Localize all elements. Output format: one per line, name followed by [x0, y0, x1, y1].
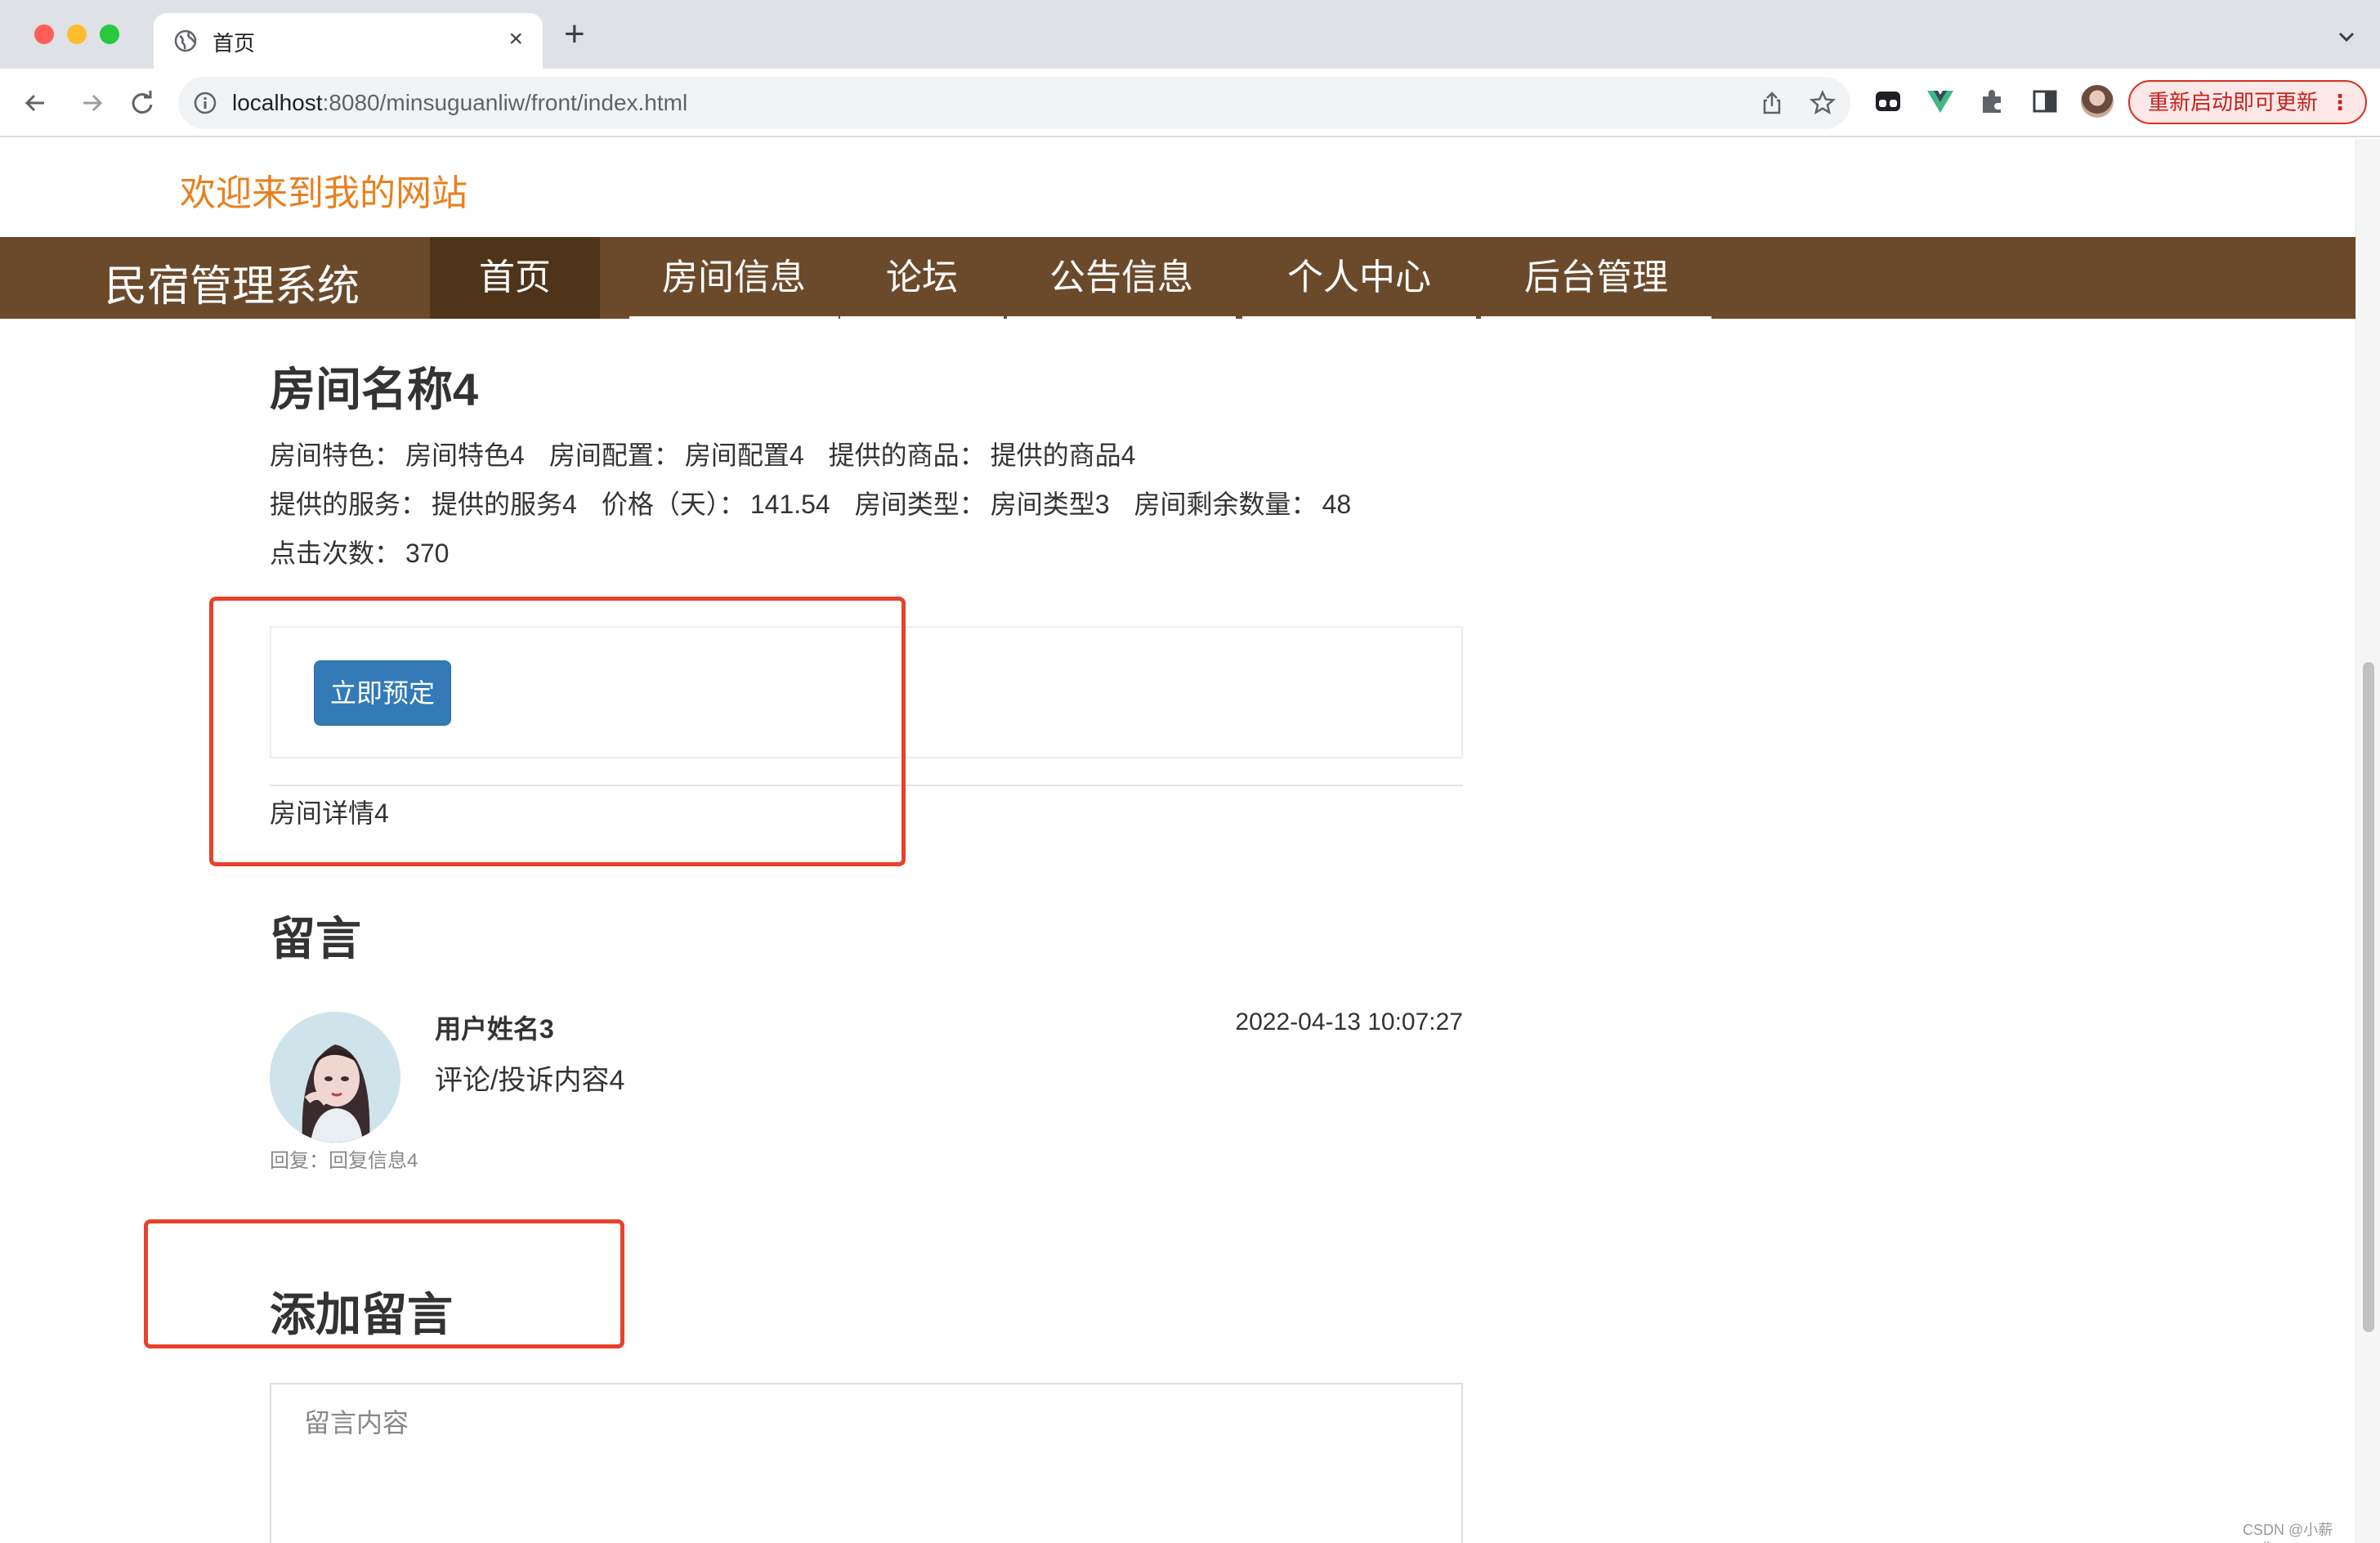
comment-input[interactable] [270, 1383, 1463, 1543]
nav-home[interactable]: 首页 [430, 237, 600, 319]
globe-icon [174, 29, 197, 52]
nav-personal-center[interactable]: 个人中心 [1242, 237, 1476, 319]
forward-arrow-icon[interactable] [75, 87, 108, 119]
update-label: 重新启动即可更新 [2148, 90, 2319, 114]
nav-announcements[interactable]: 公告信息 [1007, 237, 1236, 319]
clicks-value: 370 [405, 539, 450, 568]
price-label: 价格（天）： [601, 490, 745, 519]
room-info-line-2: 提供的服务： 提供的服务4 价格（天）： 141.54 房间类型： 房间类型3 房间剩余数量… [270, 484, 1356, 521]
nav-underline [1007, 316, 1236, 319]
nav-underline [840, 316, 1004, 319]
user-portrait-icon [270, 1012, 400, 1143]
feature-value: 房间特色4 [405, 441, 525, 470]
config-value: 房间配置4 [684, 441, 804, 470]
feature-label: 房间特色： [270, 441, 401, 470]
info-icon[interactable] [193, 91, 217, 115]
type-value: 房间类型3 [990, 490, 1110, 519]
service-value: 提供的服务4 [432, 490, 577, 519]
room-info-line-1: 房间特色： 房间特色4 房间配置： 房间配置4 提供的商品： 提供的商品4 [270, 435, 1140, 472]
nav-admin[interactable]: 后台管理 [1481, 237, 1711, 319]
browser-tab-bar: 首页 × + [0, 0, 2380, 69]
comments-title: 留言 [270, 913, 361, 964]
comment-content: 评论/投诉内容4 [435, 1065, 625, 1096]
scrollbar-thumb[interactable] [2363, 662, 2374, 1332]
remaining-value: 48 [1322, 490, 1352, 519]
csdn-watermark: CSDN @小薪coding [2243, 1522, 2333, 1543]
clicks-label: 点击次数： [270, 539, 401, 568]
new-tab-button[interactable]: + [564, 16, 585, 52]
comment-reply: 回复：回复信息4 [270, 1150, 418, 1172]
config-label: 房间配置： [548, 441, 680, 470]
browser-tab[interactable]: 首页 × [154, 13, 543, 69]
nav-admin-label: 后台管理 [1524, 257, 1668, 297]
main-navbar: 民宿管理系统 首页 房间信息 论坛 公告信息 个人中心 后台管理 [0, 237, 2355, 319]
comment-timestamp: 2022-04-13 10:07:27 [1235, 1009, 1463, 1035]
site-brand[interactable]: 民宿管理系统 [105, 252, 360, 313]
nav-room-info-label: 房间信息 [662, 257, 806, 297]
price-value: 141.54 [749, 490, 830, 519]
nav-room-info[interactable]: 房间信息 [629, 237, 839, 319]
room-title: 房间名称4 [270, 364, 479, 415]
tab-close-button[interactable]: × [508, 25, 523, 53]
nav-announcements-label: 公告信息 [1049, 257, 1193, 297]
highlight-box-booking [209, 597, 906, 866]
comment-avatar [270, 1012, 400, 1143]
reload-icon[interactable] [126, 87, 159, 119]
url-text[interactable]: localhost:8080/minsuguanliw/front/index.… [232, 90, 687, 116]
type-label: 房间类型： [854, 490, 986, 519]
browser-toolbar: localhost:8080/minsuguanliw/front/index.… [0, 69, 2380, 137]
minimize-window-button[interactable] [67, 25, 87, 44]
share-icon[interactable] [1759, 90, 1785, 116]
page-scrollbar[interactable] [2355, 139, 2380, 1543]
nav-forum-label: 论坛 [886, 257, 958, 297]
room-info-line-3: 点击次数： 370 [270, 533, 454, 570]
back-arrow-icon[interactable] [20, 87, 52, 119]
comment-username: 用户姓名3 [435, 1014, 554, 1044]
nav-forum[interactable]: 论坛 [840, 237, 1004, 319]
nav-underline [1481, 316, 1711, 319]
service-label: 提供的服务： [270, 490, 427, 519]
address-bar[interactable]: localhost:8080/minsuguanliw/front/index.… [178, 77, 1850, 129]
profile-avatar[interactable] [2081, 85, 2114, 118]
puzzle-extensions-icon[interactable] [1976, 85, 2009, 118]
vue-devtools-icon[interactable] [1924, 85, 1957, 118]
goods-value: 提供的商品4 [990, 441, 1136, 470]
url-path: :8080/minsuguanliw/front/index.html [322, 90, 688, 115]
remaining-label: 房间剩余数量： [1134, 490, 1318, 519]
more-menu-icon[interactable]: ⋮ [2329, 82, 2351, 123]
nav-underline [629, 316, 839, 319]
side-panel-icon[interactable] [2029, 85, 2061, 118]
web-page: 欢迎来到我的网站 民宿管理系统 首页 房间信息 论坛 公告信息 个人中心 后台管… [0, 139, 2355, 1543]
tab-title: 首页 [212, 31, 256, 56]
extension-mask-icon[interactable] [1872, 85, 1904, 118]
nav-underline [1242, 316, 1476, 319]
url-host: localhost [232, 90, 323, 115]
highlight-box-add-comment [144, 1219, 624, 1348]
star-bookmark-icon[interactable] [1810, 90, 1836, 116]
goods-label: 提供的商品： [828, 441, 986, 470]
nav-personal-center-label: 个人中心 [1287, 257, 1431, 297]
update-browser-button[interactable]: 重新启动即可更新 ⋮ [2128, 80, 2367, 124]
welcome-text: 欢迎来到我的网站 [180, 173, 468, 213]
close-window-button[interactable] [34, 25, 54, 44]
maximize-window-button[interactable] [100, 25, 119, 44]
chevron-down-icon[interactable] [2334, 25, 2359, 49]
